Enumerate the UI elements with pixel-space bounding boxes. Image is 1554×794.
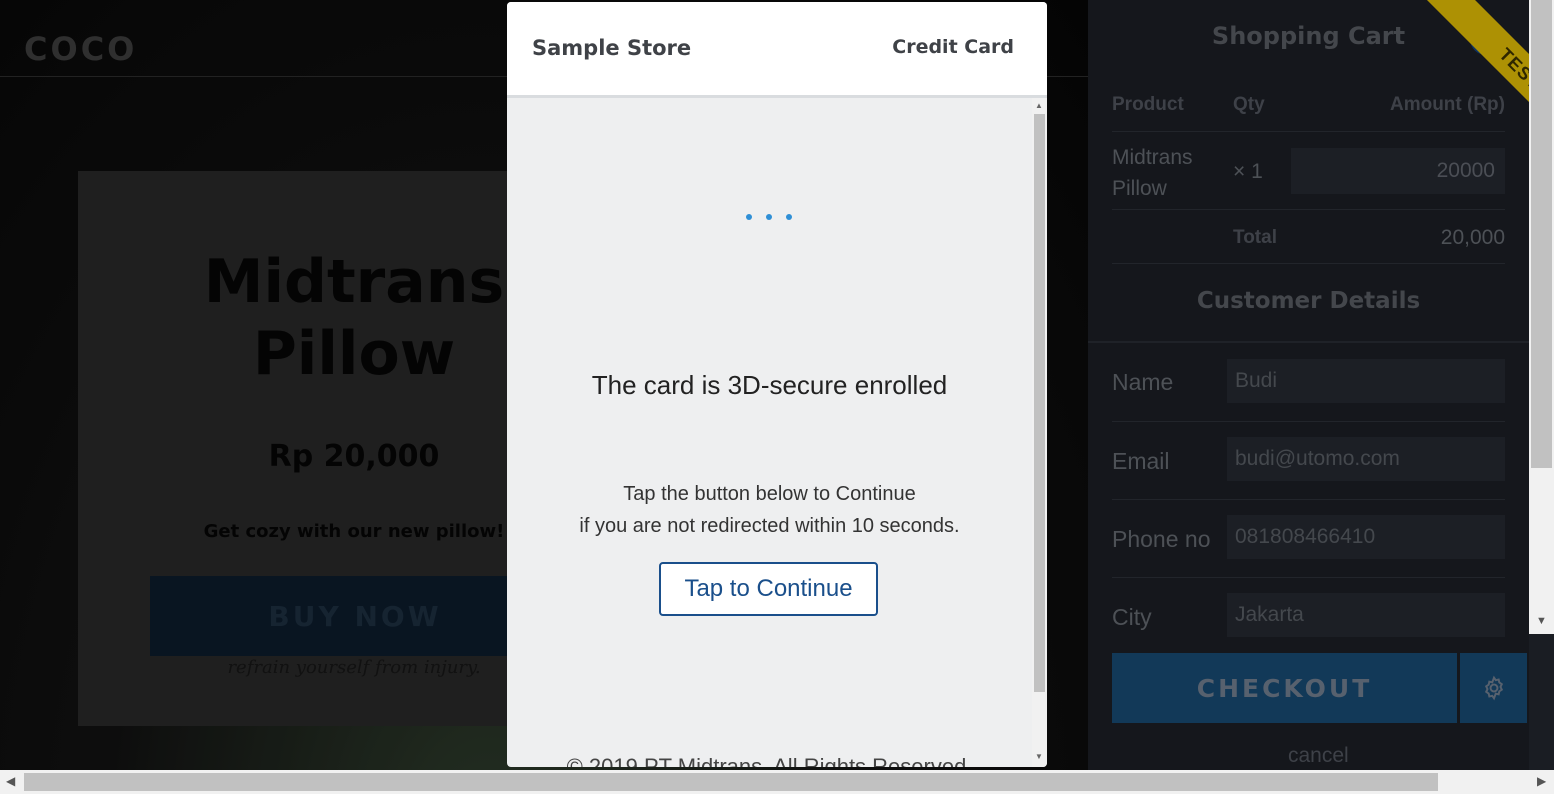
scroll-down-arrow-icon[interactable]: ▼	[1035, 752, 1043, 761]
scrollbar-thumb[interactable]	[1531, 0, 1552, 468]
tap-to-continue-button[interactable]: Tap to Continue	[659, 562, 878, 616]
scroll-up-arrow-icon[interactable]: ▲	[1035, 101, 1043, 110]
modal-scrollbar[interactable]: ▲ ▼	[1032, 98, 1047, 767]
instruction-text: Tap the button below to Continue if you …	[507, 478, 1032, 542]
scroll-down-arrow-icon[interactable]: ▼	[1536, 615, 1547, 627]
instruction-line2: if you are not redirected within 10 seco…	[579, 515, 960, 537]
payment-modal: Sample Store Credit Card The card is 3D-…	[507, 2, 1047, 767]
instruction-line1: Tap the button below to Continue	[623, 483, 916, 505]
scroll-left-arrow-icon[interactable]: ◀	[6, 774, 15, 788]
page-horizontal-scrollbar[interactable]: ◀ ▶	[0, 770, 1554, 794]
modal-body: The card is 3D-secure enrolled Tap the b…	[507, 98, 1032, 767]
payment-method-title: Credit Card	[892, 36, 1014, 58]
page-vertical-scrollbar[interactable]: ▼	[1529, 0, 1554, 634]
merchant-name: Sample Store	[532, 36, 692, 60]
loading-dot	[786, 214, 792, 220]
scrollbar-thumb[interactable]	[24, 773, 1438, 791]
modal-header: Sample Store Credit Card	[507, 2, 1047, 98]
scroll-right-arrow-icon[interactable]: ▶	[1537, 774, 1546, 788]
loading-indicator	[743, 214, 795, 222]
loading-dot	[746, 214, 752, 220]
status-message: The card is 3D-secure enrolled	[591, 370, 948, 400]
panel-edge	[1529, 634, 1554, 770]
scrollbar-thumb[interactable]	[1034, 114, 1045, 692]
loading-dot	[766, 214, 772, 220]
copyright-footer: © 2019 PT Midtrans. All Rights Reserved.	[566, 754, 973, 767]
